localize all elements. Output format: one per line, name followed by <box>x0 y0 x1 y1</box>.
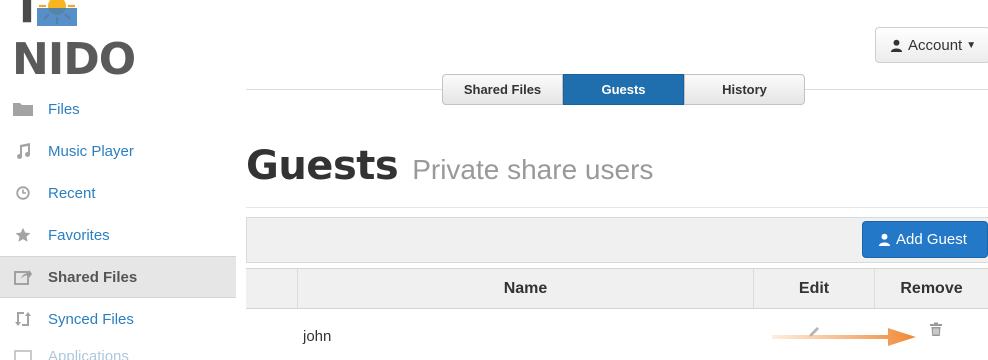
column-header-select <box>246 269 297 308</box>
caret-down-icon: ▼ <box>966 39 977 51</box>
sidebar-item-favorites[interactable]: Favorites <box>0 214 236 256</box>
sidebar-item-files[interactable]: Files <box>0 88 236 130</box>
sync-icon <box>12 310 34 328</box>
guests-table-header: Name Edit Remove <box>246 268 988 309</box>
clock-icon <box>12 184 34 202</box>
sidebar-item-music-player[interactable]: Music Player <box>0 130 236 172</box>
page-heading: Guests Private share users <box>246 143 653 189</box>
sidebar-item-label: Recent <box>48 184 96 202</box>
sidebar-item-label: Synced Files <box>48 310 134 328</box>
sidebar-item-shared-files[interactable]: Shared Files <box>0 256 236 298</box>
guest-name: john <box>303 328 332 345</box>
sidebar-item-synced-files[interactable]: Synced Files <box>0 298 236 340</box>
apps-icon <box>12 348 34 360</box>
tonido-logo[interactable]: T NIDO <box>12 0 192 85</box>
sidebar: Files Music Player Recent Favorites Shar… <box>0 88 236 360</box>
add-guest-button[interactable]: Add Guest <box>862 221 988 258</box>
column-header-name[interactable]: Name <box>297 269 753 308</box>
page-title: Guests <box>246 143 399 189</box>
account-label: Account <box>908 36 963 54</box>
music-note-icon <box>12 142 34 160</box>
share-icon <box>12 268 34 286</box>
user-icon <box>890 39 903 52</box>
sidebar-item-label: Music Player <box>48 142 134 160</box>
trash-icon[interactable] <box>929 322 943 337</box>
tab-bar: Shared Files Guests History <box>442 74 805 105</box>
user-icon <box>878 233 891 246</box>
account-menu-button[interactable]: Account ▼ <box>875 27 988 63</box>
folder-icon <box>12 100 34 118</box>
tab-shared-files[interactable]: Shared Files <box>442 74 563 105</box>
tab-history[interactable]: History <box>684 74 805 105</box>
tab-guests[interactable]: Guests <box>563 74 684 105</box>
sun-logo-icon <box>37 0 78 26</box>
annotation-arrow <box>772 328 916 346</box>
sidebar-item-label: Files <box>48 100 80 118</box>
page-subtitle: Private share users <box>412 154 654 185</box>
sidebar-item-label: Applications <box>48 348 129 360</box>
star-icon <box>12 226 34 244</box>
sidebar-item-label: Favorites <box>48 226 110 244</box>
heading-divider <box>246 207 988 208</box>
add-guest-label: Add Guest <box>896 231 967 248</box>
sidebar-item-recent[interactable]: Recent <box>0 172 236 214</box>
column-header-remove: Remove <box>874 269 988 308</box>
column-header-edit: Edit <box>753 269 874 308</box>
sidebar-item-label: Shared Files <box>48 268 138 286</box>
sidebar-item-applications[interactable]: Applications <box>0 340 236 360</box>
